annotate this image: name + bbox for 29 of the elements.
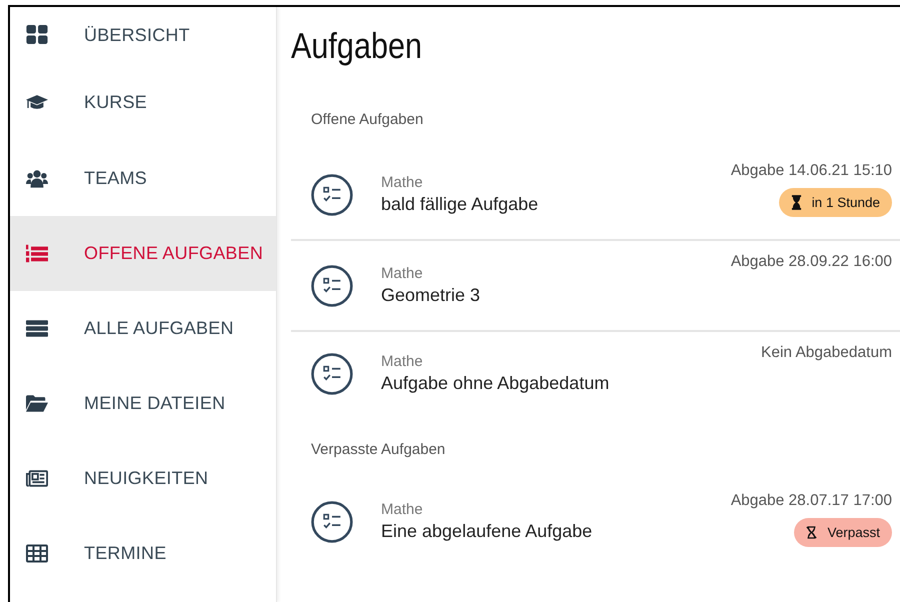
due-date: Abgabe 28.07.17 17:00: [730, 492, 892, 510]
task-item[interactable]: Mathe bald fällige Aufgabe Abgabe 14.06.21 15:10 in 1 Stunde: [291, 150, 900, 241]
due-date: Abgabe 14.06.21 15:10: [730, 162, 892, 180]
nav-item[interactable]: NEUIGKEITEN: [10, 441, 276, 516]
nav-item[interactable]: OFFENE AUFGABEN: [10, 216, 276, 291]
task-name: Eine abgelaufene Aufgabe: [381, 521, 594, 542]
due-date: Abgabe 28.09.22 16:00: [730, 253, 892, 271]
course-name: Mathe: [381, 353, 424, 370]
task-name: Geometrie 3: [381, 285, 482, 306]
nav-item[interactable]: MEINE DATEIEN: [10, 366, 276, 441]
course-name: Mathe: [381, 265, 424, 282]
course-name: Mathe: [381, 501, 424, 518]
nav-item[interactable]: TEAMS: [10, 141, 276, 216]
task-item[interactable]: Mathe Aufgabe ohne Abgabedatum Kein Abgabedatum: [291, 332, 900, 415]
nav-item[interactable]: TERMINE: [10, 516, 276, 591]
nav-item[interactable]: KURSE: [10, 63, 276, 141]
course-name: Mathe: [381, 174, 424, 191]
task-name: Aufgabe ohne Abgabedatum: [381, 373, 610, 394]
status-badge: in 1 Stunde: [778, 188, 892, 217]
section-heading: Verpasste Aufgaben: [310, 441, 446, 460]
status-badge: Verpasst: [794, 518, 892, 547]
section-heading: Offene Aufgaben: [310, 111, 424, 130]
task-name: bald fällige Aufgabe: [381, 194, 540, 215]
task-item[interactable]: Mathe Eine abgelaufene Aufgabe Abgabe 28.07.17 17:00 Verpasst: [291, 480, 900, 563]
nav-item[interactable]: ÜBERSICHT: [10, 7, 276, 63]
page-title: Aufgaben: [291, 25, 424, 67]
nav-item[interactable]: ALLE AUFGABEN: [10, 291, 276, 366]
task-item[interactable]: Mathe Geometrie 3 Abgabe 28.09.22 16:00: [291, 241, 900, 332]
due-date: Kein Abgabedatum: [761, 344, 892, 362]
